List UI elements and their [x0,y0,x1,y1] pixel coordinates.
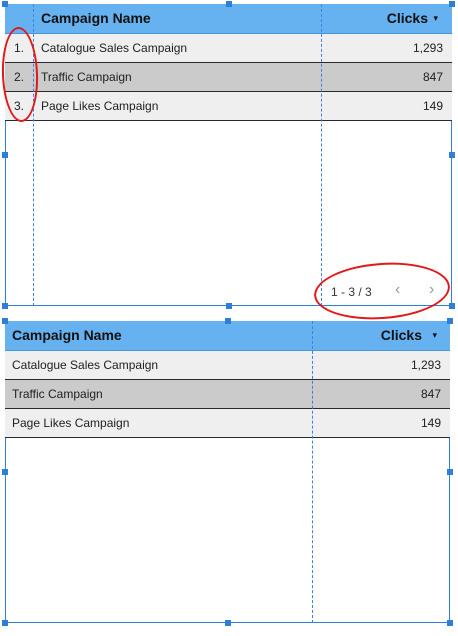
table-widget-1[interactable]: Campaign Name Clicks ▾ 1. Catalogue Sale… [2,1,455,309]
resize-handle[interactable] [2,318,8,324]
table-row[interactable]: 3. Page Likes Campaign 149 [5,92,452,121]
table-row[interactable]: Catalogue Sales Campaign 1,293 [5,351,450,380]
table-row[interactable]: 2. Traffic Campaign 847 [5,63,452,92]
column-guide-line [312,321,313,623]
table-row[interactable]: Page Likes Campaign 149 [5,409,450,438]
table-row[interactable]: 1. Catalogue Sales Campaign 1,293 [5,34,452,63]
data-table: Campaign Name Clicks ▾ Catalogue Sales C… [5,321,450,438]
campaign-name-cell: Traffic Campaign [12,387,103,401]
clicks-cell: 1,293 [412,41,443,55]
table-row[interactable]: Traffic Campaign 847 [5,380,450,409]
column-guide-line [321,4,322,306]
sort-descending-icon[interactable]: ▾ [432,321,437,350]
resize-handle[interactable] [449,303,455,309]
resize-handle[interactable] [447,318,453,324]
resize-handle[interactable] [225,620,231,626]
campaign-name-cell: Catalogue Sales Campaign [12,358,159,372]
clicks-cell: 1,293 [410,358,441,372]
campaign-name-cell: Page Likes Campaign [41,99,159,113]
resize-handle[interactable] [226,303,232,309]
resize-handle[interactable] [449,152,455,158]
table-header: Campaign Name Clicks ▾ [5,4,452,34]
data-table: Campaign Name Clicks ▾ 1. Catalogue Sale… [5,4,452,121]
resize-handle[interactable] [2,1,8,7]
resize-handle[interactable] [447,620,453,626]
campaign-name-cell: Page Likes Campaign [12,416,130,430]
sort-descending-icon[interactable]: ▾ [433,4,438,33]
resize-handle[interactable] [2,620,8,626]
resize-handle[interactable] [2,152,8,158]
clicks-cell: 149 [420,416,441,430]
clicks-cell: 847 [420,387,441,401]
table-header: Campaign Name Clicks ▾ [5,321,450,351]
resize-handle[interactable] [226,1,232,7]
campaign-name-cell: Catalogue Sales Campaign [41,41,188,55]
resize-handle[interactable] [225,318,231,324]
resize-handle[interactable] [447,469,453,475]
clicks-cell: 149 [422,99,443,113]
column-header-clicks[interactable]: Clicks [381,321,422,350]
campaign-name-cell: Traffic Campaign [41,70,132,84]
resize-handle[interactable] [2,469,8,475]
resize-handle[interactable] [2,303,8,309]
column-header-campaign-name[interactable]: Campaign Name [12,321,122,350]
column-header-campaign-name[interactable]: Campaign Name [41,4,151,33]
column-header-clicks[interactable]: Clicks [387,4,428,33]
table-widget-2[interactable]: Campaign Name Clicks ▾ Catalogue Sales C… [2,318,453,626]
resize-handle[interactable] [449,1,455,7]
clicks-cell: 847 [422,70,443,84]
